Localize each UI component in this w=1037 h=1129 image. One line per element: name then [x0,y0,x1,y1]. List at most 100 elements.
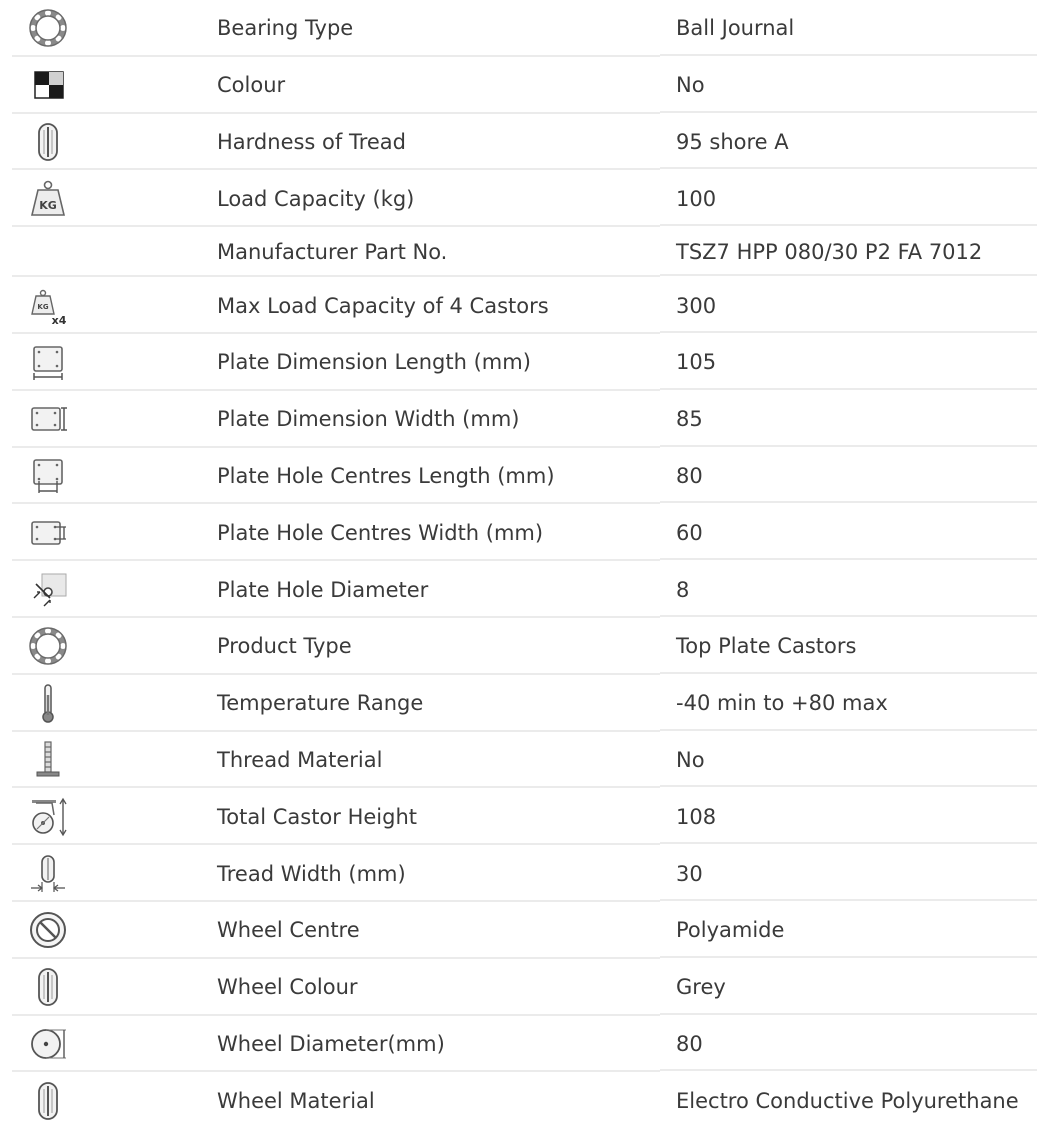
row-divider [660,785,1037,788]
spec-value: 60 [676,520,703,545]
plate-hole-diameter-icon [24,568,72,612]
row-divider [660,1069,1037,1072]
row-divider [660,330,1037,333]
spec-label: Wheel Colour [217,975,358,1000]
spec-row: Plate Hole Diameter 8 [0,561,1037,618]
spec-label: Plate Dimension Length (mm) [217,350,531,375]
spec-value: Grey [676,975,726,1000]
spec-row: Plate Hole Centres Length (mm) 80 [0,448,1037,505]
spec-value: 95 shore A [676,129,789,154]
wheel-centre-icon [24,908,72,952]
spec-value: Top Plate Castors [676,634,857,659]
row-divider [660,614,1037,617]
spec-label: Thread Material [217,747,383,772]
spec-value: Polyamide [676,918,785,943]
spec-label: Wheel Diameter(mm) [217,1031,445,1056]
row-divider [660,671,1037,674]
spec-row: Hardness of Tread 95 shore A [0,114,1037,171]
wheel-tread-icon [24,1079,72,1123]
bearing-ring-icon [24,624,72,668]
spec-label: Load Capacity (kg) [217,186,415,211]
spec-value: 300 [676,293,717,318]
spec-value: Ball Journal [676,16,795,41]
row-divider [660,274,1037,277]
bearing-ring-icon [24,6,72,50]
plate-hole-centres-length-icon [24,454,72,498]
spec-value: 105 [676,350,717,375]
spec-label: Product Type [217,634,352,659]
spec-row: Manufacturer Part No. TSZ7 HPP 080/30 P2… [0,227,1037,278]
spec-label: Total Castor Height [217,804,418,829]
row-divider [660,955,1037,958]
spec-row: Plate Hole Centres Width (mm) 60 [0,504,1037,562]
spec-label: Plate Hole Centres Width (mm) [217,520,544,545]
spec-row: Plate Dimension Length (mm) 105 [0,334,1037,391]
spec-row: Product Type Top Plate Castors [0,618,1037,675]
plate-hole-centres-width-icon [24,511,72,555]
spec-label: Plate Dimension Width (mm) [217,407,520,432]
spec-label: Wheel Material [217,1088,375,1113]
spec-value: -40 min to +80 max [676,691,888,716]
row-divider [660,53,1037,56]
tread-width-icon [24,852,72,896]
spec-value: 108 [676,804,717,829]
spec-row: Colour No [0,57,1037,114]
wheel-diameter-icon [24,1022,72,1066]
spec-label: Temperature Range [217,691,424,716]
row-divider [660,224,1037,227]
spec-value: No [676,73,705,98]
spec-row: Wheel Colour Grey [0,959,1037,1016]
spec-value: Electro Conductive Polyurethane [676,1088,1019,1113]
spec-label: Bearing Type [217,16,354,41]
spec-value: 100 [676,186,717,211]
spec-label: Manufacturer Part No. [217,240,448,265]
spec-value: TSZ7 HPP 080/30 P2 FA 7012 [676,240,983,265]
spec-label: Hardness of Tread [217,129,406,154]
spec-row: KG x4 Max Load Capacity of 4 Castors 300 [0,277,1037,334]
spec-row: Bearing Type Ball Journal [0,0,1037,57]
wheel-tread-icon [24,120,72,164]
kg-weight-x4-icon: KG x4 [24,284,72,328]
thread-stem-icon [24,738,72,782]
row-divider [660,898,1037,901]
spec-value: 30 [676,861,703,886]
spec-label: Plate Hole Diameter [217,577,429,602]
kg-weight-icon: KG [24,177,72,221]
row-divider [660,167,1037,170]
spec-label: Wheel Centre [217,918,360,943]
spec-label: Tread Width (mm) [217,861,406,886]
spec-row: Total Castor Height 108 [0,788,1037,846]
spec-label: Max Load Capacity of 4 Castors [217,293,549,318]
product-spec-table: Bearing Type Ball Journal Colour No Hard… [0,0,1037,1129]
spec-value: 80 [676,463,703,488]
spec-value: 80 [676,1031,703,1056]
row-divider [660,501,1037,504]
spec-row: Tread Width (mm) 30 [0,845,1037,902]
plate-length-icon [24,340,72,384]
spec-row: Temperature Range -40 min to +80 max [0,675,1037,732]
spec-value: 8 [676,577,690,602]
spec-row: Wheel Diameter(mm) 80 [0,1016,1037,1073]
row-divider [660,558,1037,561]
x4-label: x4 [52,314,67,327]
kg-weight-label: KG [37,303,48,311]
spec-row: Wheel Centre Polyamide [0,902,1037,959]
spec-value: 85 [676,407,703,432]
spec-row: KG Load Capacity (kg) 100 [0,170,1037,228]
spec-row: Wheel Material Electro Conductive Polyur… [0,1072,1037,1129]
thermometer-icon [24,681,72,725]
wheel-tread-icon [24,965,72,1009]
spec-label: Colour [217,73,286,98]
row-divider [660,387,1037,390]
spec-label: Plate Hole Centres Length (mm) [217,463,555,488]
kg-weight-label: KG [39,199,57,212]
row-divider [660,444,1037,447]
colour-swatch-icon [24,63,72,107]
plate-width-icon [24,397,72,441]
castor-height-icon [24,795,72,839]
spec-row: Plate Dimension Width (mm) 85 [0,391,1037,448]
row-divider [660,110,1037,113]
row-divider [660,842,1037,845]
row-divider [660,1012,1037,1015]
row-divider [660,728,1037,731]
